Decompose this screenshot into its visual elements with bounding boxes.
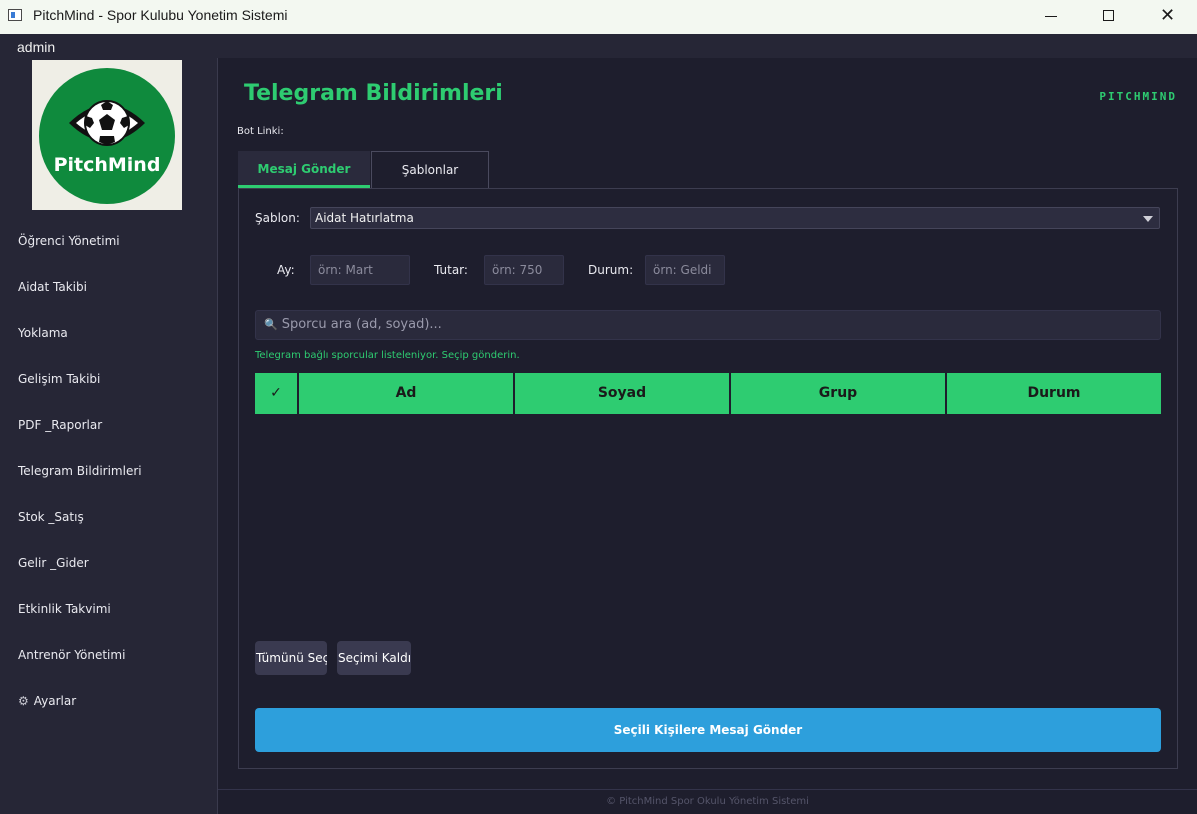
search-placeholder: Sporcu ara (ad, soyad)... <box>281 317 442 332</box>
status-label: Durum: <box>588 263 634 277</box>
sidebar-item-students[interactable]: Öğrenci Yönetimi <box>18 234 120 248</box>
logo-circle: PitchMind <box>39 68 175 204</box>
amount-input[interactable]: örn: 750 <box>484 255 564 285</box>
sidebar-item-events[interactable]: Etkinlik Takvimi <box>18 602 111 616</box>
app-window-icon <box>8 9 22 21</box>
bot-link-label: Bot Linki: <box>237 126 284 137</box>
maximize-button[interactable] <box>1080 0 1138 34</box>
sidebar-item-attendance[interactable]: Yoklama <box>18 326 68 340</box>
gear-icon: ⚙ <box>18 694 29 708</box>
column-header-surname[interactable]: Soyad <box>515 373 731 414</box>
sidebar-item-settings-label: Ayarlar <box>33 694 77 708</box>
search-icon: 🔍 <box>264 318 278 331</box>
sidebar: PitchMind Öğrenci Yönetimi Aidat Takibi … <box>0 58 217 814</box>
select-all-button[interactable]: Tümünü Seç <box>255 641 327 675</box>
search-input[interactable]: 🔍 Sporcu ara (ad, soyad)... <box>255 310 1161 340</box>
maximize-icon <box>1103 10 1114 21</box>
amount-label: Tutar: <box>434 263 468 277</box>
logo: PitchMind <box>32 60 182 210</box>
template-label: Şablon: <box>255 211 300 225</box>
sidebar-item-settings[interactable]: ⚙ Ayarlar <box>18 694 76 708</box>
status-input[interactable]: örn: Geldi <box>645 255 725 285</box>
template-select[interactable]: Aidat Hatırlatma <box>310 207 1160 229</box>
page-title: Telegram Bildirimleri <box>244 81 503 106</box>
brand-label: PITCHMIND <box>1099 90 1177 103</box>
user-menu[interactable]: admin <box>17 39 55 55</box>
minimize-button[interactable] <box>1022 0 1080 34</box>
chevron-down-icon <box>1143 216 1153 222</box>
column-header-name[interactable]: Ad <box>299 373 515 414</box>
column-header-group[interactable]: Grup <box>731 373 947 414</box>
eye-ball-icon <box>69 100 145 146</box>
menubar: admin <box>0 34 1197 58</box>
footer-text: © PitchMind Spor Okulu Yönetim Sistemi <box>606 796 809 807</box>
clear-selection-button[interactable]: Seçimi Kaldır <box>337 641 411 675</box>
sidebar-item-coaches[interactable]: Antrenör Yönetimi <box>18 648 125 662</box>
close-icon: ✕ <box>1160 5 1176 26</box>
minimize-icon <box>1045 16 1057 17</box>
sidebar-divider <box>217 58 218 814</box>
athletes-table-header: ✓ Ad Soyad Grup Durum <box>255 373 1161 414</box>
sidebar-item-pdf-reports[interactable]: PDF _Raporlar <box>18 418 102 432</box>
month-label: Ay: <box>277 263 295 277</box>
sidebar-item-telegram[interactable]: Telegram Bildirimleri <box>18 464 142 478</box>
template-select-value: Aidat Hatırlatma <box>315 211 414 225</box>
tab-send-message[interactable]: Mesaj Gönder <box>238 151 370 188</box>
window-titlebar: PitchMind - Spor Kulubu Yonetim Sistemi … <box>0 0 1197 34</box>
logo-text: PitchMind <box>53 154 161 176</box>
column-header-status[interactable]: Durum <box>947 373 1161 414</box>
footer-divider <box>218 789 1197 790</box>
month-input[interactable]: örn: Mart <box>310 255 410 285</box>
sidebar-item-stock-sales[interactable]: Stok _Satış <box>18 510 84 524</box>
sidebar-item-fees[interactable]: Aidat Takibi <box>18 280 87 294</box>
send-message-button[interactable]: Seçili Kişilere Mesaj Gönder <box>255 708 1161 752</box>
tab-templates[interactable]: Şablonlar <box>371 151 489 188</box>
column-header-select[interactable]: ✓ <box>255 373 299 414</box>
info-hint: Telegram bağlı sporcular listeleniyor. S… <box>255 350 520 361</box>
sidebar-item-progress[interactable]: Gelişim Takibi <box>18 372 100 386</box>
sidebar-item-income-expense[interactable]: Gelir _Gider <box>18 556 89 570</box>
window-title: PitchMind - Spor Kulubu Yonetim Sistemi <box>33 7 288 23</box>
close-button[interactable]: ✕ <box>1138 0 1196 34</box>
